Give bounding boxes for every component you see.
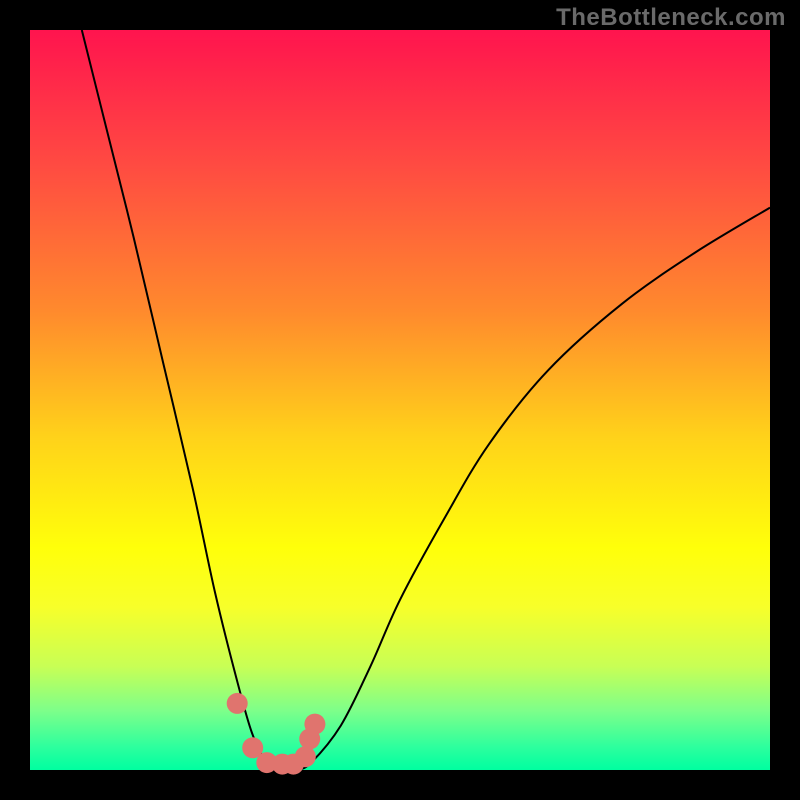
watermark-text: TheBottleneck.com xyxy=(556,4,786,32)
marker-group xyxy=(227,693,326,775)
marker-dot xyxy=(304,714,325,735)
chart-frame: TheBottleneck.com xyxy=(0,0,800,800)
plot-area xyxy=(30,30,770,770)
marker-dot xyxy=(295,746,316,767)
marker-dot xyxy=(227,693,248,714)
bottleneck-curve xyxy=(82,30,770,771)
chart-svg xyxy=(30,30,770,770)
